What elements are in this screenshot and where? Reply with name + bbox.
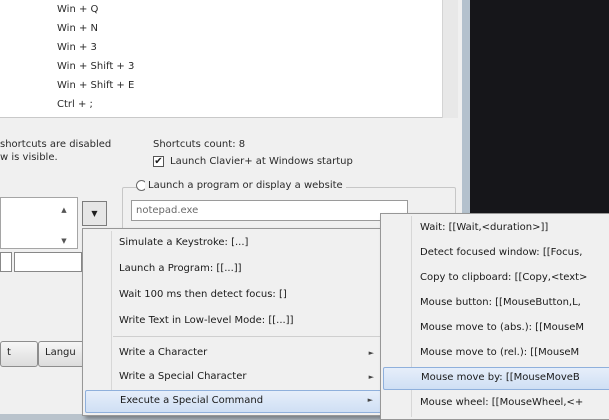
- submenu-item-mouse-wheel[interactable]: Mouse wheel: [[MouseWheel,<+: [383, 392, 609, 414]
- menu-item-wait-detect-focus[interactable]: Wait 100 ms then detect focus: []: [85, 284, 386, 306]
- list-item[interactable]: Win + 3: [57, 42, 97, 53]
- scroll-down-icon[interactable]: ▼: [57, 232, 71, 250]
- disabled-notice-line2: w is visible.: [0, 152, 58, 163]
- submenu-item-mouse-button[interactable]: Mouse button: [[MouseButton,L,: [383, 292, 609, 314]
- shortcuts-list[interactable]: Win + Q Win + N Win + 3 Win + Shift + 3 …: [0, 0, 442, 118]
- menu-item-simulate-keystroke[interactable]: Simulate a Keystroke: [...]: [85, 232, 386, 254]
- insert-command-dropdown-button[interactable]: ▼: [82, 201, 107, 226]
- partial-button[interactable]: t: [0, 341, 38, 367]
- scroll-up-icon[interactable]: ▲: [57, 201, 71, 219]
- menu-item-write-character[interactable]: Write a Character ►: [85, 342, 386, 364]
- shortcuts-count: Shortcuts count: 8: [153, 139, 246, 150]
- context-menu: Simulate a Keystroke: [...] Launch a Pro…: [82, 228, 389, 416]
- submenu-item-mouse-move-by[interactable]: Mouse move by: [[MouseMoveB: [383, 367, 609, 390]
- list-item[interactable]: Win + Q: [57, 4, 98, 15]
- startup-checkbox[interactable]: ✔: [153, 156, 164, 167]
- checkmark-icon: ✔: [154, 156, 163, 167]
- program-path-value: notepad.exe: [136, 205, 199, 216]
- list-item[interactable]: Win + Shift + E: [57, 80, 134, 91]
- list-item[interactable]: Win + N: [57, 23, 98, 34]
- list-item[interactable]: Ctrl + ;: [57, 99, 93, 110]
- program-path-input[interactable]: notepad.exe: [131, 200, 408, 221]
- submenu-item-detect-focused-window[interactable]: Detect focused window: [[Focus,: [383, 242, 609, 264]
- menu-item-execute-special-command[interactable]: Execute a Special Command ►: [85, 390, 386, 413]
- menu-item-launch-program[interactable]: Launch a Program: [[...]]: [85, 258, 386, 280]
- submenu-item-copy-to-clipboard[interactable]: Copy to clipboard: [[Copy,<text>: [383, 267, 609, 289]
- startup-checkbox-label[interactable]: Launch Clavier+ at Windows startup: [170, 156, 353, 167]
- list-item[interactable]: Win + Shift + 3: [57, 61, 134, 72]
- submenu-item-mouse-move-abs[interactable]: Mouse move to (abs.): [[MouseM: [383, 317, 609, 339]
- submenu-arrow-icon: ►: [368, 349, 374, 357]
- disabled-notice-line1: shortcuts are disabled: [0, 139, 112, 150]
- special-command-submenu: Wait: [[Wait,<duration>]] Detect focused…: [380, 213, 609, 420]
- small-input[interactable]: [0, 252, 12, 272]
- launch-program-radio-label[interactable]: Launch a program or display a website: [145, 180, 346, 191]
- chevron-down-icon: ▼: [91, 209, 98, 218]
- submenu-arrow-icon: ►: [368, 373, 374, 381]
- submenu-item-wait[interactable]: Wait: [[Wait,<duration>]]: [383, 217, 609, 239]
- submenu-item-mouse-move-rel[interactable]: Mouse move to (rel.): [[MouseM: [383, 342, 609, 364]
- menu-item-write-text-low-level[interactable]: Write Text in Low-level Mode: [[...]]: [85, 310, 386, 332]
- menu-separator: [113, 336, 384, 337]
- submenu-arrow-icon: ►: [367, 396, 373, 404]
- list-scrollbar[interactable]: [442, 0, 458, 118]
- small-input[interactable]: [14, 252, 82, 272]
- menu-item-write-special-character[interactable]: Write a Special Character ►: [85, 366, 386, 388]
